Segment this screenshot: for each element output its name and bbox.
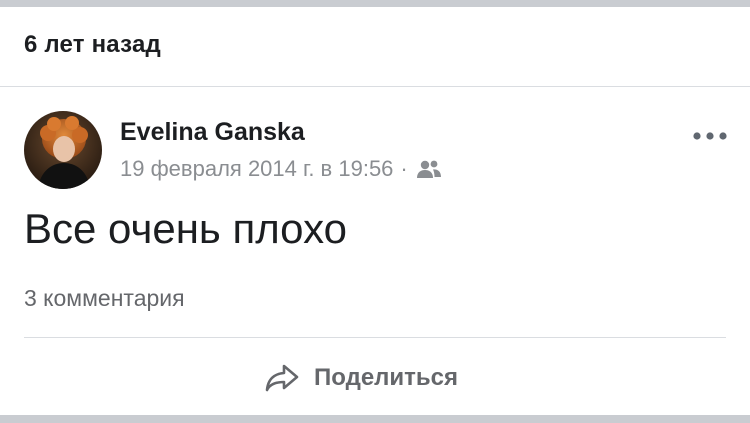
meta-separator: ·: [400, 156, 408, 181]
memory-header: 6 лет назад: [0, 7, 750, 86]
comments-count[interactable]: 3 комментария: [24, 285, 185, 312]
share-arrow-icon: [265, 364, 299, 392]
memory-title: 6 лет назад: [24, 31, 161, 58]
share-button[interactable]: Поделиться: [264, 358, 458, 398]
avatar-image: [24, 111, 102, 189]
header-divider: [0, 86, 750, 87]
actions-divider: [24, 337, 726, 338]
top-separator-band: [0, 0, 750, 7]
more-options-button[interactable]: [688, 122, 732, 150]
avatar[interactable]: [24, 111, 102, 189]
post-meta: 19 февраля 2014 г. в 19:56 ·: [120, 155, 442, 183]
share-label: Поделиться: [314, 364, 459, 391]
bottom-separator-band: [0, 415, 750, 423]
author-name[interactable]: Evelina Ganska: [120, 118, 305, 147]
post-date[interactable]: 19 февраля 2014 г. в 19:56: [120, 156, 393, 182]
friends-icon[interactable]: [416, 159, 442, 179]
post-text: Все очень плохо: [24, 205, 347, 252]
more-horizontal-icon: [693, 132, 727, 140]
